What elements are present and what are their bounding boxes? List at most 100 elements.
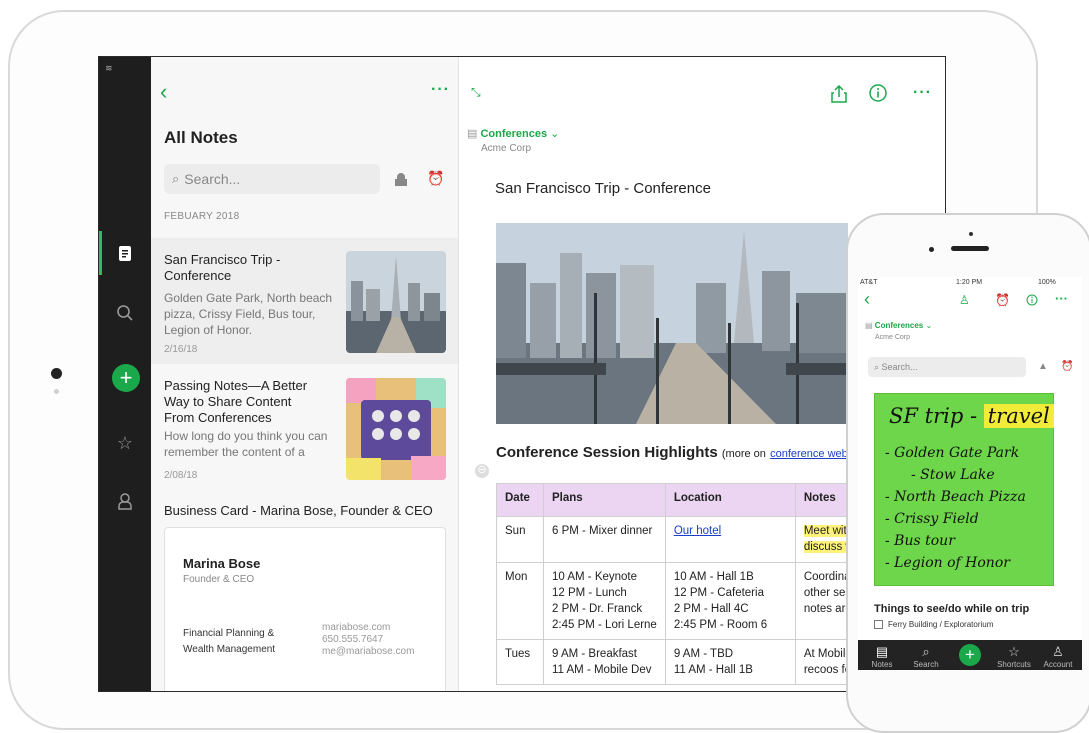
handwriting-line: - North Beach Pizza xyxy=(885,489,1026,505)
note-title[interactable]: San Francisco Trip - Conference xyxy=(495,180,711,197)
table-row: Sun 6 PM - Mixer dinner Our hotel Meet w… xyxy=(496,516,873,563)
search-icon: ⌕ xyxy=(922,644,930,659)
reminder-icon[interactable]: ⏰ xyxy=(995,293,1010,307)
table-row: Mon 10 AM - Keynote 12 PM - Lunch 2 PM -… xyxy=(496,562,873,640)
city-photo xyxy=(496,223,848,424)
reminder-icon[interactable]: ⏰ xyxy=(1061,361,1073,372)
shortcut-icon[interactable] xyxy=(394,171,410,187)
tab-notes[interactable]: ▤ Notes xyxy=(860,640,904,669)
card-website: mariabose.com xyxy=(322,622,391,633)
heading-text: Conference Session Highlights xyxy=(496,444,718,461)
cell-location[interactable]: Our hotel xyxy=(664,516,796,563)
new-note-button[interactable]: + xyxy=(959,644,981,666)
share-icon[interactable] xyxy=(831,84,847,108)
phone-screen: AT&T 1:20 PM 100% ‹ ♙ ⏰ ··· ▤ Conference… xyxy=(858,277,1082,670)
cell-line: 11 AM - Mobile Dev xyxy=(552,664,652,676)
tab-account[interactable]: ♙ Account xyxy=(1036,640,1080,669)
handwriting-line: - Legion of Honor xyxy=(885,555,1010,571)
search-placeholder: Search... xyxy=(184,171,241,187)
back-chevron-icon[interactable]: ‹ xyxy=(160,81,167,103)
tab-search[interactable]: ⌕ Search xyxy=(904,640,948,669)
todo-item[interactable]: Ferry Building / Exploratorium xyxy=(874,620,993,630)
info-icon[interactable] xyxy=(1026,293,1038,311)
share-user-icon[interactable]: ♙ xyxy=(959,293,970,307)
cell-line: other ses xyxy=(803,587,852,599)
more-icon[interactable]: ··· xyxy=(431,81,450,99)
card-company-line: Wealth Management xyxy=(183,644,276,655)
snippet-line: remember the content of a xyxy=(164,445,305,459)
shortcut-icon[interactable]: ▲ xyxy=(1038,361,1048,372)
cell-line: 2 PM - Dr. Franck xyxy=(552,603,643,615)
note-item-business-card[interactable]: Business Card - Marina Bose, Founder & C… xyxy=(151,495,458,525)
note-date: 2/08/18 xyxy=(164,470,198,481)
card-name: Marina Bose xyxy=(183,556,261,571)
note-thumbnail-city xyxy=(346,251,446,353)
note-item-passing-notes[interactable]: Passing Notes—A Better Way to Share Cont… xyxy=(151,366,458,492)
table-handle-icon[interactable]: ⊖ xyxy=(475,464,489,478)
header-plans: Plans xyxy=(543,483,666,517)
rail-active-indicator xyxy=(99,231,102,275)
note-snippet: Golden Gate Park, North beach pizza, Cri… xyxy=(164,290,332,338)
ipad-screen: ≋ + ☆ ‹ ··· All Notes ⌕ Search... ⏰ FEBU… xyxy=(98,56,946,692)
handwriting-line: - Stow Lake xyxy=(911,467,995,483)
cell-plans[interactable]: 9 AM - Breakfast 11 AM - Mobile Dev xyxy=(543,639,666,685)
cell-plans[interactable]: 6 PM - Mixer dinner xyxy=(543,516,666,563)
cell-line: 2:45 PM - Room 6 xyxy=(673,619,768,631)
star-icon[interactable]: ☆ xyxy=(113,431,137,455)
info-icon[interactable] xyxy=(869,84,887,107)
account-icon[interactable] xyxy=(113,489,137,513)
note-item-sf-trip[interactable]: San Francisco Trip - Conference Golden G… xyxy=(151,238,458,364)
cell-line: notes are xyxy=(803,603,852,615)
cell-location[interactable]: 9 AM - TBD 11 AM - Hall 1B xyxy=(664,639,796,685)
snippet-line: How long do you think you can xyxy=(164,429,328,443)
new-note-button[interactable]: + xyxy=(112,364,140,392)
note-title-line: Conference xyxy=(164,268,232,283)
phone-carrier: AT&T xyxy=(860,279,878,286)
more-icon[interactable]: ··· xyxy=(1055,291,1068,306)
snippet-line: Golden Gate Park, North beach xyxy=(164,291,333,305)
cell-line: 9 AM - Breakfast xyxy=(552,648,638,660)
cell-location[interactable]: 10 AM - Hall 1B 12 PM - Cafeteria 2 PM -… xyxy=(664,562,796,640)
search-icon[interactable] xyxy=(113,301,137,325)
hotel-link[interactable]: Our hotel xyxy=(674,525,721,537)
reminder-icon[interactable]: ⏰ xyxy=(427,170,444,187)
card-email: me@mariabose.com xyxy=(322,646,415,657)
checkbox[interactable] xyxy=(874,620,883,630)
note-snippet: How long do you think you can remember t… xyxy=(164,428,327,460)
star-icon: ☆ xyxy=(1008,644,1020,659)
conference-website-link[interactable]: conference webs xyxy=(770,448,853,460)
handwriting-line: - Crissy Field xyxy=(885,511,979,527)
tab-label: Account xyxy=(1043,660,1073,669)
heading-more: (more on xyxy=(721,448,766,460)
tab-shortcuts[interactable]: ☆ Shortcuts xyxy=(992,640,1036,669)
tab-label: Search xyxy=(913,660,939,669)
notebook-selector[interactable]: ▤ Conferences ⌄ xyxy=(467,127,559,140)
ipad-sensor xyxy=(54,389,59,394)
wifi-icon: ≋ xyxy=(105,63,113,73)
note-title-line: Way to Share Content xyxy=(164,394,292,409)
note-thumbnail-stickers xyxy=(346,378,446,480)
cell-date[interactable]: Mon xyxy=(496,562,544,640)
notes-icon[interactable] xyxy=(113,241,137,265)
notebook-subtitle: Acme Corp xyxy=(875,334,911,341)
notebook-name: Conferences xyxy=(480,128,548,140)
search-input[interactable]: ⌕ Search... xyxy=(164,164,380,194)
more-icon[interactable]: ··· xyxy=(913,84,932,102)
business-card-preview: Marina Bose Founder & CEO Financial Plan… xyxy=(164,527,446,691)
cell-line: 12 PM - Lunch xyxy=(552,587,627,599)
back-chevron-icon[interactable]: ‹ xyxy=(864,289,870,310)
cell-line: 2 PM - Hall 4C xyxy=(673,603,749,615)
phone-time: 1:20 PM xyxy=(956,279,983,286)
phone-notebook-selector[interactable]: ▤ Conferences ⌄ xyxy=(865,321,932,330)
cell-plans[interactable]: 10 AM - Keynote 12 PM - Lunch 2 PM - Dr.… xyxy=(543,562,666,640)
cell-line: 2:45 PM - Lori Lerne xyxy=(552,619,657,631)
card-company-line: Financial Planning & xyxy=(183,628,275,639)
cell-date[interactable]: Tues xyxy=(496,639,544,685)
snippet-line: pizza, Crissy Field, Bus tour, xyxy=(164,307,316,321)
cell-date[interactable]: Sun xyxy=(496,516,544,563)
phone-search-input[interactable]: ⌕ Search... xyxy=(868,357,1026,377)
expand-icon[interactable]: ⤡ xyxy=(471,85,481,100)
tab-label: Shortcuts xyxy=(997,660,1031,669)
cell-line: At Mobile xyxy=(803,648,852,660)
note-title-line: From Conferences xyxy=(164,410,272,425)
